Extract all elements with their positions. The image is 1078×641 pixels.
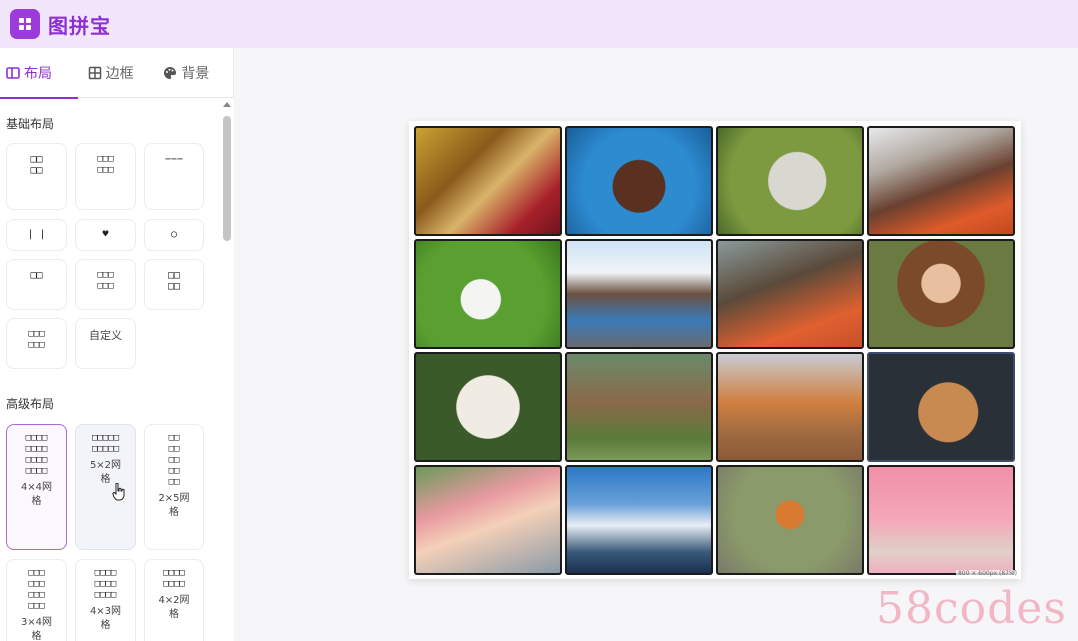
layout-label: 4×4网格: [20, 482, 53, 507]
layout-preview: □□□ □□□: [97, 270, 114, 291]
photo-cell-woman-curly-2[interactable]: [716, 239, 864, 349]
scrollbar-thumb[interactable]: [223, 116, 231, 241]
canvas-size-label: 800 × 600px (87%): [955, 570, 1019, 577]
tab-bar: 布局 边框 背景: [0, 48, 233, 99]
layout-icon: [6, 66, 20, 79]
app-header: 图拼宝: [0, 0, 1078, 48]
photo-cell-woman-curly[interactable]: [867, 126, 1015, 236]
circle-layout-icon: ○: [170, 229, 178, 240]
layout-card[interactable]: ♥: [75, 219, 136, 251]
custom-layout-label: 自定义: [89, 329, 122, 342]
heart-layout-icon: ♥: [102, 229, 109, 240]
tab-background[interactable]: 背景: [155, 48, 233, 98]
photo-cell-woman-hat[interactable]: [565, 239, 713, 349]
sidebar-scrollbar[interactable]: [220, 99, 234, 641]
hand-pointer-icon: [112, 483, 125, 501]
border-grid-icon: [88, 66, 101, 79]
watermark: 58codes: [876, 583, 1067, 634]
layout-preview: □□ □□ □□ □□ □□: [168, 433, 180, 487]
layout-card[interactable]: □□ □□: [144, 259, 204, 310]
photo-cell-woman-glasses[interactable]: [867, 239, 1015, 349]
layout-preview: □□□□ □□□□: [163, 568, 185, 589]
layout-preview: □□□ □□□ □□□ □□□: [28, 568, 45, 611]
layout-label: 4×3网格: [89, 606, 122, 631]
layout-card-2x5[interactable]: □□ □□ □□ □□ □□ 2×5网格: [144, 424, 204, 550]
basic-layout-heading: 基础布局: [6, 117, 55, 131]
layout-card[interactable]: −−−: [144, 143, 204, 210]
photo-cell-puppy-box[interactable]: [716, 352, 864, 462]
photo-cell-kitten-grass[interactable]: [414, 239, 562, 349]
layout-card[interactable]: □□□ □□□: [75, 259, 136, 310]
layout-card-4x4[interactable]: □□□□ □□□□ □□□□ □□□□ 4×4网格: [6, 424, 67, 550]
layout-preview: □□□ □□□: [97, 154, 114, 175]
layout-preview: □□: [30, 270, 43, 281]
layout-panel: 基础布局 □□ □□ □□□ □□□ −−− | | ♥ ○ □□ □□□ □□…: [0, 99, 220, 641]
app-title: 图拼宝: [48, 13, 111, 38]
app-logo-icon: [10, 9, 40, 39]
tab-border-label: 边框: [105, 65, 134, 82]
layout-card[interactable]: ○: [144, 219, 204, 251]
layout-preview: □□ □□: [30, 154, 43, 176]
photo-cell-dog-fluffy[interactable]: [414, 352, 562, 462]
photo-cell-woman-flowers[interactable]: [414, 465, 562, 575]
layout-card-3x4[interactable]: □□□ □□□ □□□ □□□ 3×4网格: [6, 559, 67, 641]
layout-preview: | |: [27, 229, 46, 240]
tab-background-label: 背景: [181, 65, 210, 82]
layout-preview: □□□□ □□□□ □□□□ □□□□: [25, 433, 48, 476]
advanced-layout-heading: 高级布局: [6, 397, 55, 411]
layout-card[interactable]: □□□ □□□: [6, 318, 67, 369]
palette-icon: [164, 66, 177, 79]
photo-cell-dog-blue[interactable]: [565, 126, 713, 236]
layout-card[interactable]: | |: [6, 219, 67, 251]
layout-card-4x3[interactable]: □□□□ □□□□ □□□□ 4×3网格: [75, 559, 136, 641]
layout-card[interactable]: □□ □□: [6, 143, 67, 210]
tab-layout[interactable]: 布局: [0, 48, 78, 99]
layout-label: 3×4网格: [20, 617, 53, 641]
layout-label: 2×5网格: [158, 493, 190, 518]
photo-cell-dogs-pink[interactable]: [867, 465, 1015, 575]
photo-cell-woman-autumn[interactable]: [414, 126, 562, 236]
tab-border[interactable]: 边框: [78, 48, 156, 98]
layout-preview: □□□ □□□: [28, 329, 45, 350]
collage-canvas[interactable]: 800 × 600px (87%): [409, 121, 1021, 579]
layout-card-4x2[interactable]: □□□□ □□□□ 4×2网格: [144, 559, 204, 641]
scroll-up-arrow-icon[interactable]: [223, 102, 231, 107]
layout-preview: □□ □□: [167, 270, 181, 292]
tab-layout-label: 布局: [24, 65, 52, 82]
layout-card-5x2[interactable]: □□□□□ □□□□□ 5×2网格: [75, 424, 136, 550]
photo-cell-mountain[interactable]: [565, 465, 713, 575]
layout-label: 4×2网格: [158, 595, 190, 620]
photo-cell-cat-dark[interactable]: [867, 352, 1015, 462]
layout-preview: □□□□□ □□□□□: [91, 433, 120, 454]
layout-preview: −−−: [164, 154, 184, 165]
custom-layout-card[interactable]: 自定义: [75, 318, 136, 369]
layout-card[interactable]: □□□ □□□: [75, 143, 136, 210]
layout-preview: □□□□ □□□□ □□□□: [94, 568, 117, 600]
photo-cell-robin[interactable]: [716, 465, 864, 575]
sidebar: 布局 边框 背景 基础布局 □□ □□ □□□ □□□ −−− | | ♥ ○ …: [0, 48, 234, 641]
photo-cell-cat-grass[interactable]: [716, 126, 864, 236]
layout-card[interactable]: □□: [6, 259, 67, 310]
photo-cell-cat-meadow[interactable]: [565, 352, 713, 462]
